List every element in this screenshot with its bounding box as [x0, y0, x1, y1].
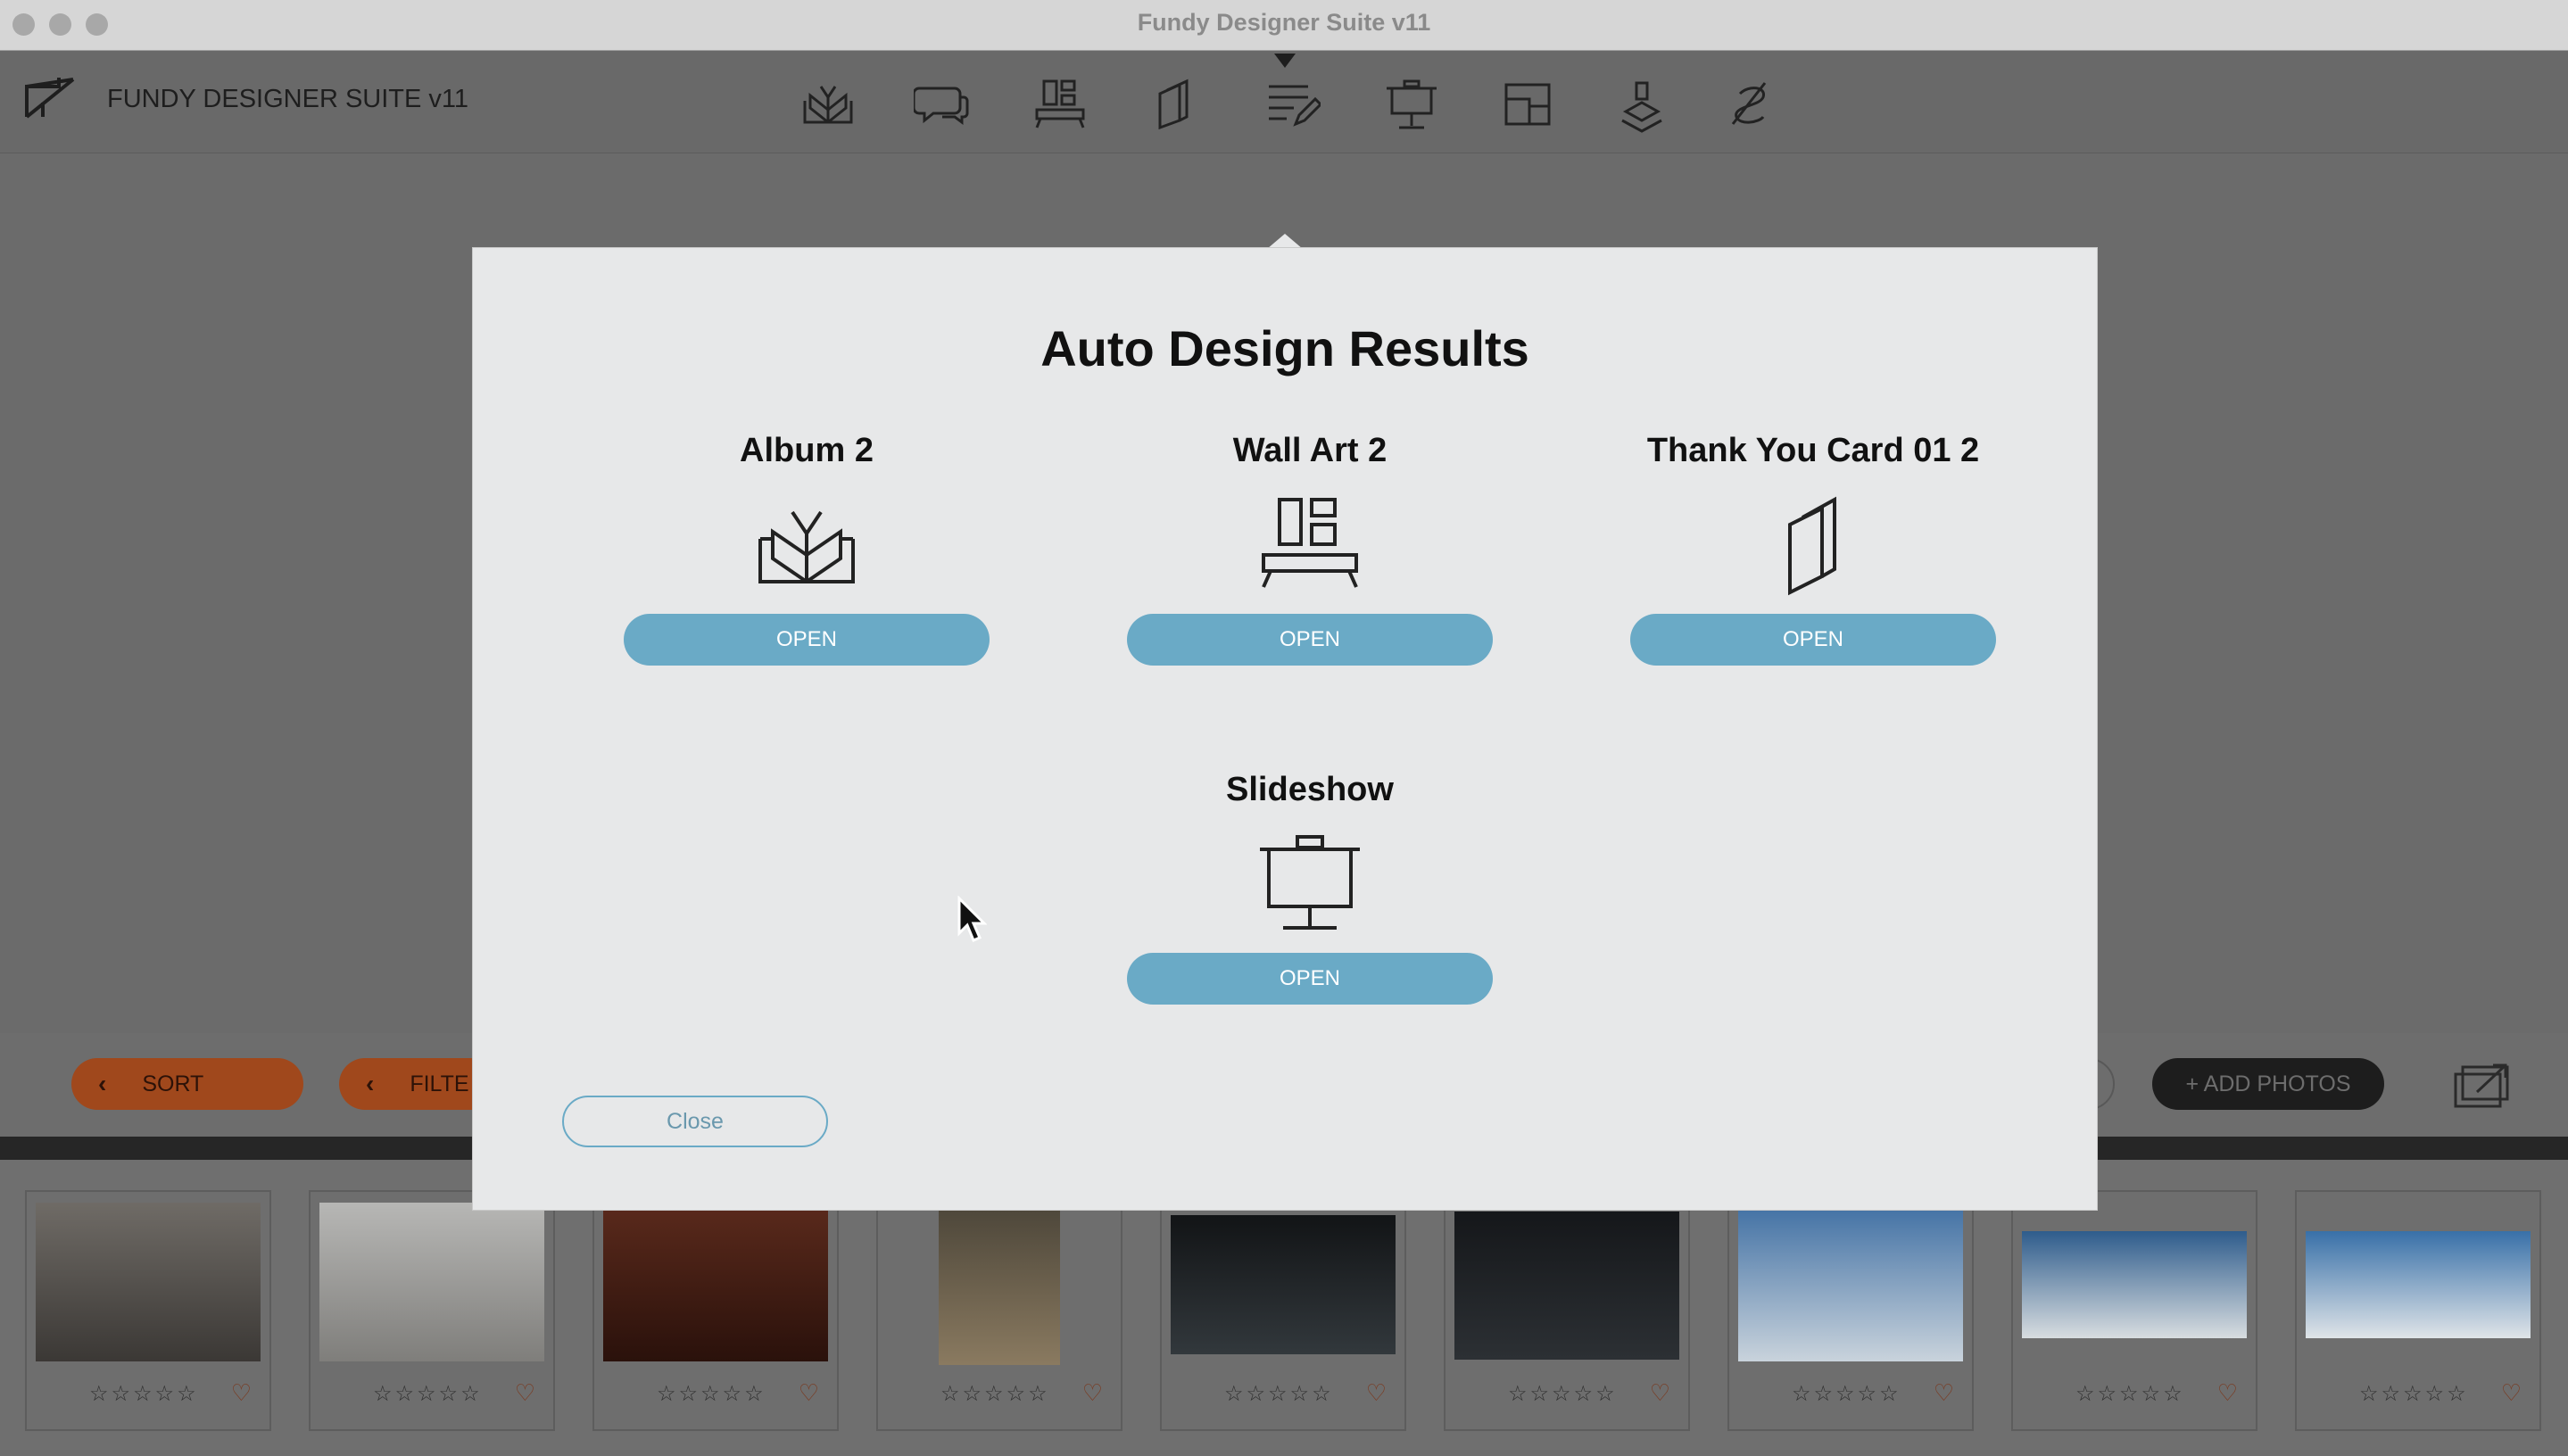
chat-icon[interactable]: [912, 76, 971, 133]
photo-image: [319, 1203, 544, 1361]
open-thank-you-card-button[interactable]: OPEN: [1630, 614, 1996, 666]
slideshow-icon: [1260, 835, 1360, 930]
signature-icon[interactable]: [1720, 76, 1777, 133]
app-header: FUNDY DESIGNER SUITE v11: [0, 51, 2568, 154]
heart-icon[interactable]: ♡: [2217, 1379, 2238, 1407]
proofing-icon[interactable]: [1263, 76, 1323, 133]
star-rating[interactable]: ☆☆☆☆☆: [657, 1381, 766, 1407]
result-name: Wall Art 2: [1232, 432, 1388, 469]
star-rating[interactable]: ☆☆☆☆☆: [1508, 1381, 1618, 1407]
heart-icon[interactable]: ♡: [1934, 1379, 1954, 1407]
photo-thumbnail[interactable]: ☆☆☆☆☆ ♡: [309, 1190, 555, 1431]
star-rating[interactable]: ☆☆☆☆☆: [940, 1381, 1050, 1407]
open-album-button[interactable]: OPEN: [624, 614, 990, 666]
open-wall-art-button[interactable]: OPEN: [1127, 614, 1493, 666]
stamp-icon[interactable]: [1613, 76, 1670, 133]
result-thank-you-card: Thank You Card 01 2 OPEN: [1626, 432, 2001, 666]
photo-image: [2022, 1231, 2247, 1338]
filter-label: FILTE: [410, 1071, 469, 1096]
heart-icon[interactable]: ♡: [231, 1379, 252, 1407]
sort-label: SORT: [142, 1071, 204, 1096]
result-name: Slideshow: [1226, 771, 1394, 808]
result-slideshow: Slideshow OPEN: [1122, 771, 1497, 1005]
photo-thumbnail[interactable]: ☆☆☆☆☆ ♡: [1727, 1190, 1974, 1431]
photo-image: [603, 1203, 828, 1361]
heart-icon[interactable]: ♡: [1082, 1379, 1103, 1407]
slideshow-icon[interactable]: [1383, 76, 1440, 133]
album-icon[interactable]: [799, 76, 857, 133]
result-name: Thank You Card 01 2: [1646, 432, 1980, 469]
star-rating[interactable]: ☆☆☆☆☆: [373, 1381, 483, 1407]
photo-image: [1738, 1203, 1963, 1361]
photo-thumbnail[interactable]: ☆☆☆☆☆ ♡: [876, 1190, 1122, 1431]
wall-art-icon: [1262, 498, 1358, 588]
heart-icon[interactable]: ♡: [2501, 1379, 2522, 1407]
album-icon: [758, 510, 855, 583]
export-icon[interactable]: [2452, 1060, 2514, 1110]
window-title: Fundy Designer Suite v11: [1137, 9, 1431, 36]
fundy-logo-icon: [25, 78, 75, 119]
photo-thumbnail[interactable]: ☆☆☆☆☆ ♡: [2295, 1190, 2541, 1431]
chevron-left-icon: ‹: [366, 1070, 375, 1097]
photo-thumbnail[interactable]: ☆☆☆☆☆ ♡: [1160, 1190, 1406, 1431]
dialog-title: Auto Design Results: [1040, 320, 1529, 376]
chevron-left-icon: ‹: [98, 1070, 107, 1097]
result-name: Album 2: [740, 432, 874, 469]
photo-thumbnail[interactable]: ☆☆☆☆☆ ♡: [592, 1190, 839, 1431]
open-slideshow-button[interactable]: OPEN: [1127, 953, 1493, 1005]
card-icon: [1788, 496, 1836, 596]
photo-image: [36, 1203, 261, 1361]
photo-image: [2306, 1231, 2531, 1338]
star-rating[interactable]: ☆☆☆☆☆: [1792, 1381, 1901, 1407]
star-rating[interactable]: ☆☆☆☆☆: [2359, 1381, 2469, 1407]
mouse-cursor-icon: [957, 896, 987, 942]
star-rating[interactable]: ☆☆☆☆☆: [2075, 1381, 2185, 1407]
photo-thumbnail[interactable]: ☆☆☆☆☆ ♡: [2011, 1190, 2257, 1431]
photo-thumbnail[interactable]: ☆☆☆☆☆ ♡: [25, 1190, 271, 1431]
close-button[interactable]: Close: [562, 1096, 828, 1147]
card-icon[interactable]: [1146, 76, 1203, 133]
photo-image: [1171, 1215, 1396, 1354]
photo-thumbnail[interactable]: ☆☆☆☆☆ ♡: [1444, 1190, 1690, 1431]
heart-icon[interactable]: ♡: [799, 1379, 819, 1407]
photo-image: [1454, 1212, 1679, 1360]
result-album: Album 2 OPEN: [619, 432, 994, 666]
heart-icon[interactable]: ♡: [515, 1379, 535, 1407]
photo-image: [939, 1199, 1060, 1365]
sort-button[interactable]: ‹ SORT: [71, 1058, 303, 1110]
wall-art-icon[interactable]: [1031, 76, 1089, 133]
star-rating[interactable]: ☆☆☆☆☆: [1224, 1381, 1334, 1407]
result-wall-art: Wall Art 2 OPEN: [1122, 432, 1497, 666]
heart-icon[interactable]: ♡: [1650, 1379, 1670, 1407]
active-tool-pointer: [1274, 54, 1296, 68]
app-name: FUNDY DESIGNER SUITE v11: [107, 85, 469, 113]
layout-icon[interactable]: [1499, 76, 1556, 133]
add-photos-button[interactable]: + ADD PHOTOS: [2152, 1058, 2384, 1110]
auto-design-results-dialog: Auto Design Results Album 2 OPEN Wall Ar…: [473, 248, 2097, 1210]
heart-icon[interactable]: ♡: [1366, 1379, 1387, 1407]
star-rating[interactable]: ☆☆☆☆☆: [89, 1381, 199, 1407]
modal-pointer: [1267, 234, 1303, 249]
window-titlebar: Fundy Designer Suite v11: [0, 0, 2568, 51]
